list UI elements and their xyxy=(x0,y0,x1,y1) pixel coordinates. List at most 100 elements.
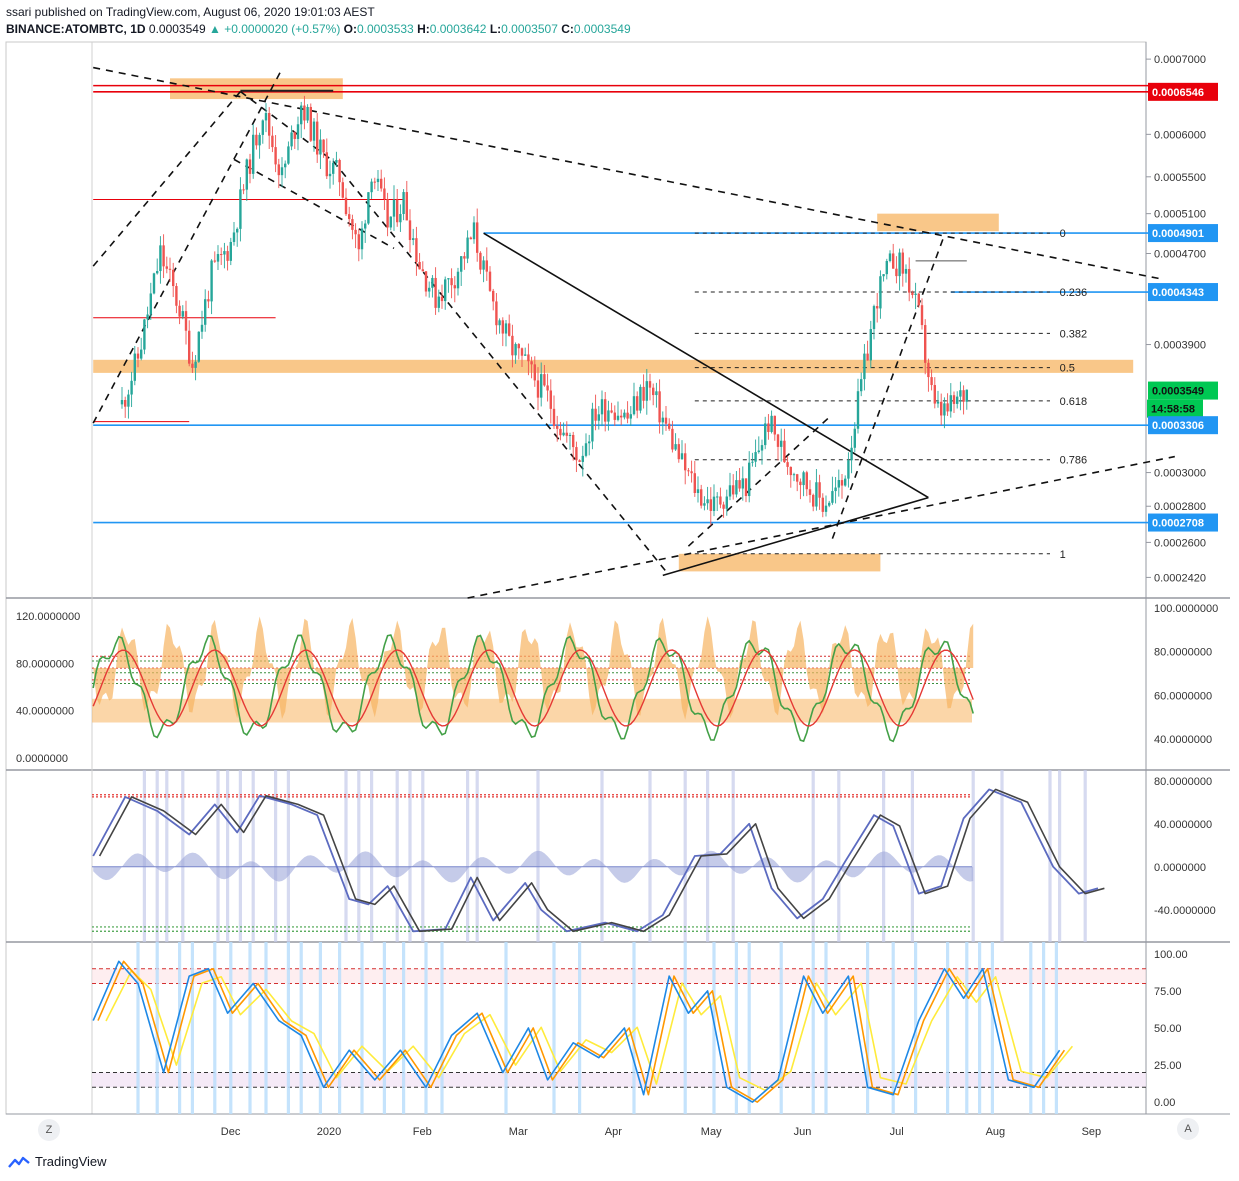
candle-body xyxy=(572,434,575,448)
stoch-signal-bar xyxy=(578,942,582,1114)
candle-body xyxy=(623,412,626,418)
fib-level-label: 0.5 xyxy=(1060,363,1075,375)
chart-frame xyxy=(5,41,1147,1115)
candle-body xyxy=(898,252,901,277)
candle-body xyxy=(757,450,760,453)
stoch-signal-bar xyxy=(229,942,233,1114)
candle-body xyxy=(664,417,668,424)
candle-body xyxy=(805,472,808,490)
stoch-signal-bar xyxy=(338,942,342,1114)
candle-body xyxy=(565,432,568,436)
osc1-left-tick: 0.0000000 xyxy=(16,753,68,765)
rising-channel-line xyxy=(831,234,946,539)
candle-body xyxy=(156,271,159,274)
candle-body xyxy=(184,311,188,331)
time-tick-label: Jun xyxy=(794,1126,812,1138)
candle-body xyxy=(696,489,700,493)
candle-body xyxy=(258,134,261,146)
stoch-signal-bar xyxy=(382,942,386,1114)
candle-body xyxy=(677,444,680,460)
candle-body xyxy=(552,408,556,426)
candle-body xyxy=(933,385,936,404)
candle-body xyxy=(540,374,543,398)
candle-body xyxy=(949,395,952,412)
stoch-signal-bar xyxy=(891,942,895,1114)
candle-body xyxy=(741,478,744,489)
candle-body xyxy=(604,399,607,422)
price-label-text: 0.0004343 xyxy=(1152,287,1204,299)
candle-body xyxy=(792,474,796,476)
candle-body xyxy=(261,120,264,135)
candle-body xyxy=(636,396,639,411)
candle-body xyxy=(357,234,360,250)
candle-body xyxy=(472,222,476,240)
candle-body xyxy=(520,348,524,356)
candle-body xyxy=(533,364,536,381)
candle-body xyxy=(872,306,876,330)
stoch-signal-bar xyxy=(440,942,444,1114)
candle-body xyxy=(719,496,722,505)
price-label-text: 14:58:58 xyxy=(1151,404,1195,416)
signal-bar xyxy=(971,770,975,942)
candle-body xyxy=(309,106,312,141)
signal-bar xyxy=(286,770,290,942)
channel-line-upper xyxy=(92,91,242,267)
candle-body xyxy=(367,192,370,224)
candle-body xyxy=(172,269,175,287)
candle-body xyxy=(440,296,444,302)
candle-body xyxy=(344,197,348,215)
candle-body xyxy=(351,219,354,230)
candle-body xyxy=(437,296,440,308)
price-tick-label: 0.0004700 xyxy=(1154,249,1206,261)
candle-body xyxy=(175,286,178,306)
candle-body xyxy=(863,353,866,380)
chart-area[interactable]: 00.2360.3820.50.6180.7861 0.00070000.000… xyxy=(0,0,1239,1181)
candle-body xyxy=(661,417,664,423)
candle-body xyxy=(837,480,840,488)
osc2-tick: 40.0000000 xyxy=(1154,819,1212,831)
candle-body xyxy=(405,192,408,221)
candle-body xyxy=(312,121,316,141)
price-tick-label: 0.0006000 xyxy=(1154,129,1206,141)
signal-bar xyxy=(731,770,735,942)
candle-body xyxy=(578,460,581,462)
stoch-signal-bar xyxy=(504,942,508,1114)
timezone-button[interactable]: Z xyxy=(38,1119,60,1141)
candle-body xyxy=(255,134,258,146)
candle-body xyxy=(290,132,293,147)
price-label-text: 0.0004901 xyxy=(1152,228,1204,240)
candle-body xyxy=(469,237,472,240)
candle-body xyxy=(530,361,533,365)
candle-body xyxy=(789,466,792,476)
candle-body xyxy=(706,499,709,504)
candle-body xyxy=(674,444,677,450)
candle-body xyxy=(716,496,719,498)
stoch-signal-bar xyxy=(213,942,217,1114)
candle-body xyxy=(383,188,386,200)
candle-body xyxy=(517,344,520,349)
osc1-band xyxy=(92,698,972,723)
stoch-signal-bar xyxy=(190,942,194,1114)
candle-body xyxy=(181,311,184,317)
candle-body xyxy=(428,287,431,292)
candle-body xyxy=(434,277,437,308)
signal-bar xyxy=(181,770,185,942)
candle-body xyxy=(341,182,344,198)
brand-footer: TradingView xyxy=(8,1154,107,1169)
candle-body xyxy=(831,491,834,503)
auto-scale-button[interactable]: A xyxy=(1177,1118,1199,1140)
price-tick-label: 0.0007000 xyxy=(1154,54,1206,66)
stoch-signal-bar xyxy=(965,942,969,1114)
candle-body xyxy=(584,443,588,456)
horizontal-zone-mid xyxy=(93,359,1134,373)
price-label-text: 0.0002708 xyxy=(1152,518,1204,530)
candle-body xyxy=(325,152,328,177)
candle-body xyxy=(476,222,479,253)
candle-body xyxy=(780,440,783,447)
candle-body xyxy=(866,353,869,361)
candle-body xyxy=(296,124,300,139)
candle-body xyxy=(543,374,546,386)
osc1-left-tick: 40.0000000 xyxy=(16,706,74,718)
candle-body xyxy=(188,330,191,364)
candle-body xyxy=(908,268,911,293)
